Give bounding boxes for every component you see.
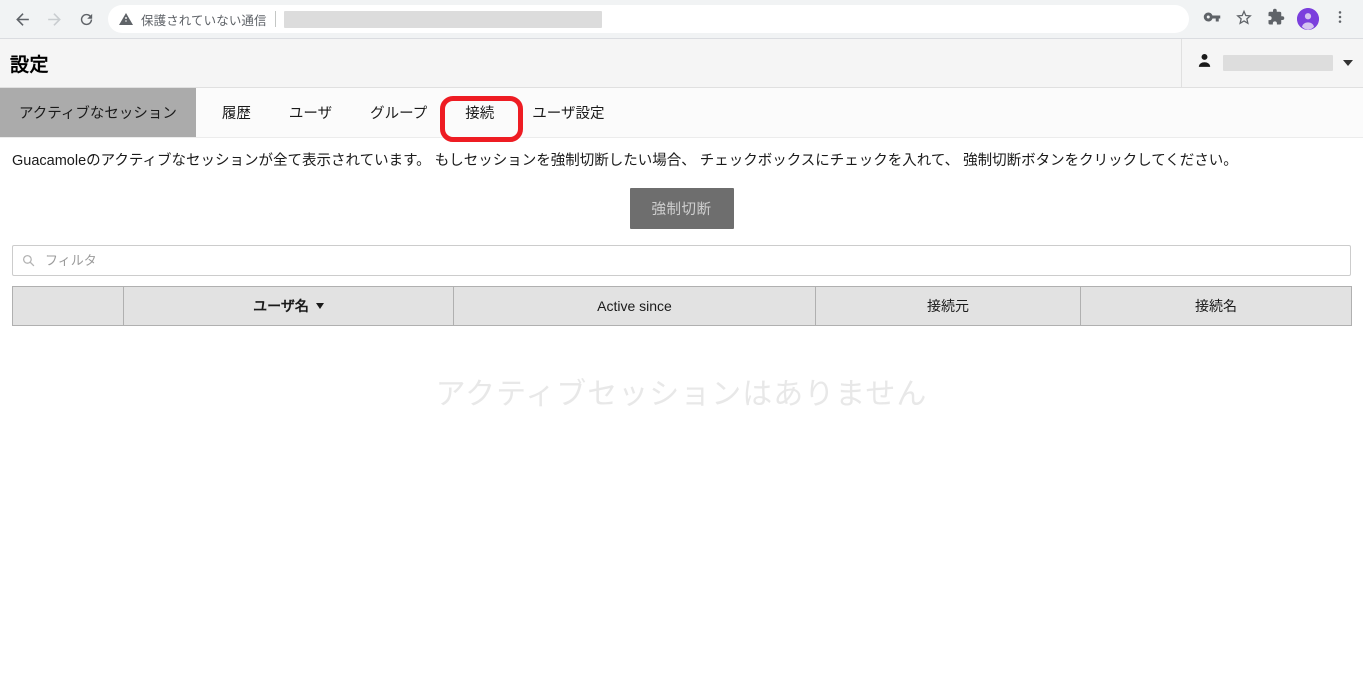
column-header-connection[interactable]: 接続名 — [1080, 286, 1352, 327]
filter-input[interactable] — [43, 252, 1341, 270]
tab-users[interactable]: ユーザ — [270, 88, 351, 137]
three-dot-menu-icon — [1332, 9, 1348, 30]
person-icon — [1196, 52, 1213, 74]
key-icon — [1203, 8, 1221, 31]
forward-button[interactable] — [38, 3, 70, 35]
tab-user-preferences[interactable]: ユーザ設定 — [513, 88, 623, 137]
browser-toolbar: 保護されていない通信 — [0, 0, 1363, 39]
omnibox-divider — [274, 11, 276, 27]
sort-descending-icon — [315, 303, 324, 310]
table-header-row: ユーザ名 Active since 接続元 接続名 — [12, 286, 1352, 327]
tab-spacer — [196, 88, 203, 137]
column-header-active-since[interactable]: Active since — [453, 286, 816, 327]
password-manager-button[interactable] — [1197, 4, 1227, 34]
arrow-right-icon — [45, 10, 64, 29]
bookmark-button[interactable] — [1229, 4, 1259, 34]
empty-state-message: アクティブセッションはありません — [435, 378, 928, 412]
browser-action-icons — [1197, 4, 1363, 34]
avatar-icon — [1297, 8, 1319, 30]
reload-icon — [78, 11, 95, 28]
page-description: Guacamoleのアクティブなセッションが全て表示されています。 もしセッショ… — [12, 153, 1238, 169]
app-header: 設定 — [0, 39, 1363, 88]
column-header-username-label: ユーザ名 — [253, 298, 309, 315]
extensions-button[interactable] — [1261, 4, 1291, 34]
browser-menu-button[interactable] — [1325, 4, 1355, 34]
main-content: Guacamoleのアクティブなセッションが全て表示されています。 もしセッショ… — [0, 138, 1363, 413]
search-icon — [22, 254, 35, 267]
column-header-select[interactable] — [12, 286, 124, 327]
filter-field[interactable] — [12, 245, 1351, 277]
action-button-row: 強制切断 — [12, 179, 1351, 245]
puzzle-icon — [1267, 8, 1285, 31]
page-title: 設定 — [10, 54, 50, 76]
arrow-left-icon — [13, 10, 32, 29]
current-username-redacted — [1223, 55, 1333, 71]
reload-button[interactable] — [70, 3, 102, 35]
tab-active-sessions[interactable]: アクティブなセッション — [0, 88, 196, 137]
star-icon — [1235, 8, 1253, 31]
user-menu[interactable] — [1181, 39, 1363, 87]
force-disconnect-button[interactable]: 強制切断 — [629, 188, 734, 230]
profile-button[interactable] — [1293, 4, 1323, 34]
column-header-username[interactable]: ユーザ名 — [123, 286, 454, 327]
tab-history[interactable]: 履歴 — [203, 88, 270, 137]
column-header-remote-host[interactable]: 接続元 — [815, 286, 1081, 327]
address-bar[interactable]: 保護されていない通信 — [108, 5, 1189, 33]
security-status-text: 保護されていない通信 — [141, 13, 267, 28]
tab-connections[interactable]: 接続 — [446, 88, 513, 137]
tab-groups[interactable]: グループ — [351, 88, 446, 137]
back-button[interactable] — [6, 3, 38, 35]
url-text-redacted[interactable] — [283, 10, 602, 28]
navigation-buttons — [0, 3, 102, 35]
table-header: ユーザ名 Active since 接続元 接続名 — [12, 286, 1352, 327]
chevron-down-icon[interactable] — [1343, 60, 1353, 66]
not-secure-warning-icon — [118, 11, 134, 27]
active-sessions-table: ユーザ名 Active since 接続元 接続名 — [12, 286, 1352, 327]
settings-tabbar: アクティブなセッション 履歴 ユーザ グループ 接続 ユーザ設定 — [0, 88, 1363, 138]
